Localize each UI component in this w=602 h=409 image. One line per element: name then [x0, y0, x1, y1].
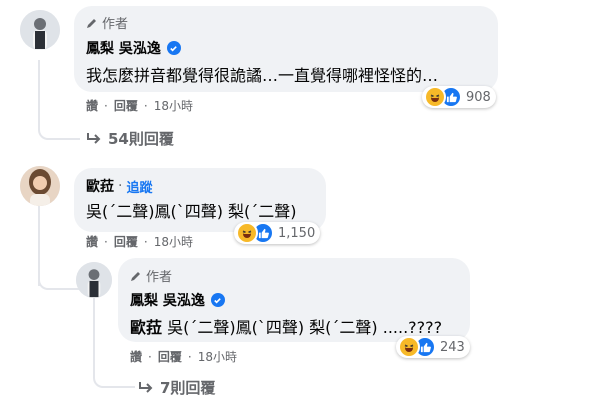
haha-icon [236, 222, 258, 244]
follow-button[interactable]: 追蹤 [126, 177, 152, 196]
avatar[interactable] [20, 10, 60, 50]
person-avatar-icon [76, 262, 112, 298]
timestamp[interactable]: 18小時 [154, 97, 193, 114]
view-replies-label[interactable]: 54則回覆 [108, 128, 174, 149]
separator: · [118, 178, 123, 194]
verified-badge-icon [210, 293, 225, 307]
person-avatar-icon [20, 10, 60, 50]
view-replies-button[interactable]: 54則回覆 [86, 128, 174, 149]
comment-actions: 讚 · 回覆 · 18小時 [86, 97, 193, 114]
reaction-summary[interactable]: 908 [422, 86, 496, 108]
like-button[interactable]: 讚 [86, 233, 98, 250]
comment-text: 我怎麼拼音都覺得很詭譎…一直覺得哪裡怪怪的… [86, 66, 439, 85]
reaction-count: 243 [440, 339, 465, 355]
separator: · [143, 234, 148, 249]
reply-button[interactable]: 回覆 [114, 233, 138, 250]
reaction-count: 1,150 [278, 225, 316, 241]
timestamp[interactable]: 18小時 [198, 348, 237, 365]
author-badge: 作者 [86, 13, 128, 32]
thread-line [38, 270, 80, 290]
pencil-icon [131, 271, 140, 281]
author-name[interactable]: 歐菈 [86, 176, 114, 196]
avatar[interactable] [20, 166, 60, 206]
author-name[interactable]: 鳳梨 吳泓逸 [130, 290, 225, 310]
like-button[interactable]: 讚 [130, 348, 142, 365]
author-name-label[interactable]: 鳳梨 吳泓逸 [130, 290, 205, 310]
verified-badge-icon [166, 41, 181, 55]
mention-link[interactable]: 歐菈 [130, 318, 162, 337]
reaction-summary[interactable]: 243 [396, 336, 470, 358]
separator: · [104, 98, 108, 113]
pencil-icon [87, 18, 96, 28]
comment-actions: 讚 · 回覆 · 18小時 [86, 233, 193, 250]
timestamp[interactable]: 18小時 [154, 233, 193, 250]
comment-text: 吳(ˊ二聲)鳳(ˋ四聲) 梨(ˊ二聲) [86, 202, 297, 221]
reaction-count: 908 [466, 89, 491, 105]
reply-arrow-icon [139, 381, 153, 393]
view-replies-label[interactable]: 7則回覆 [160, 377, 215, 398]
haha-icon [398, 336, 420, 358]
reply-button[interactable]: 回覆 [158, 348, 182, 365]
person-avatar-icon [20, 166, 60, 206]
comment-actions: 讚 · 回覆 · 18小時 [130, 348, 237, 365]
haha-icon [424, 86, 446, 108]
reply-arrow-icon [87, 132, 101, 144]
separator: · [104, 234, 108, 249]
comment-body: 吳(ˊ二聲)鳳(ˋ四聲) 梨(ˊ二聲) .....???? [167, 318, 443, 337]
comment-header: 歐菈 · 追蹤 [86, 176, 152, 196]
comment-text: 歐菈 吳(ˊ二聲)鳳(ˋ四聲) 梨(ˊ二聲) .....???? [130, 314, 442, 338]
author-name[interactable]: 鳳梨 吳泓逸 [86, 38, 181, 58]
separator: · [148, 349, 152, 364]
avatar[interactable] [76, 262, 112, 298]
separator: · [187, 349, 192, 364]
reply-button[interactable]: 回覆 [114, 97, 138, 114]
author-badge: 作者 [130, 266, 172, 285]
author-name-label[interactable]: 鳳梨 吳泓逸 [86, 38, 161, 58]
reaction-summary[interactable]: 1,150 [234, 222, 321, 244]
like-button[interactable]: 讚 [86, 97, 98, 114]
separator: · [143, 98, 148, 113]
view-replies-button[interactable]: 7則回覆 [138, 377, 215, 398]
